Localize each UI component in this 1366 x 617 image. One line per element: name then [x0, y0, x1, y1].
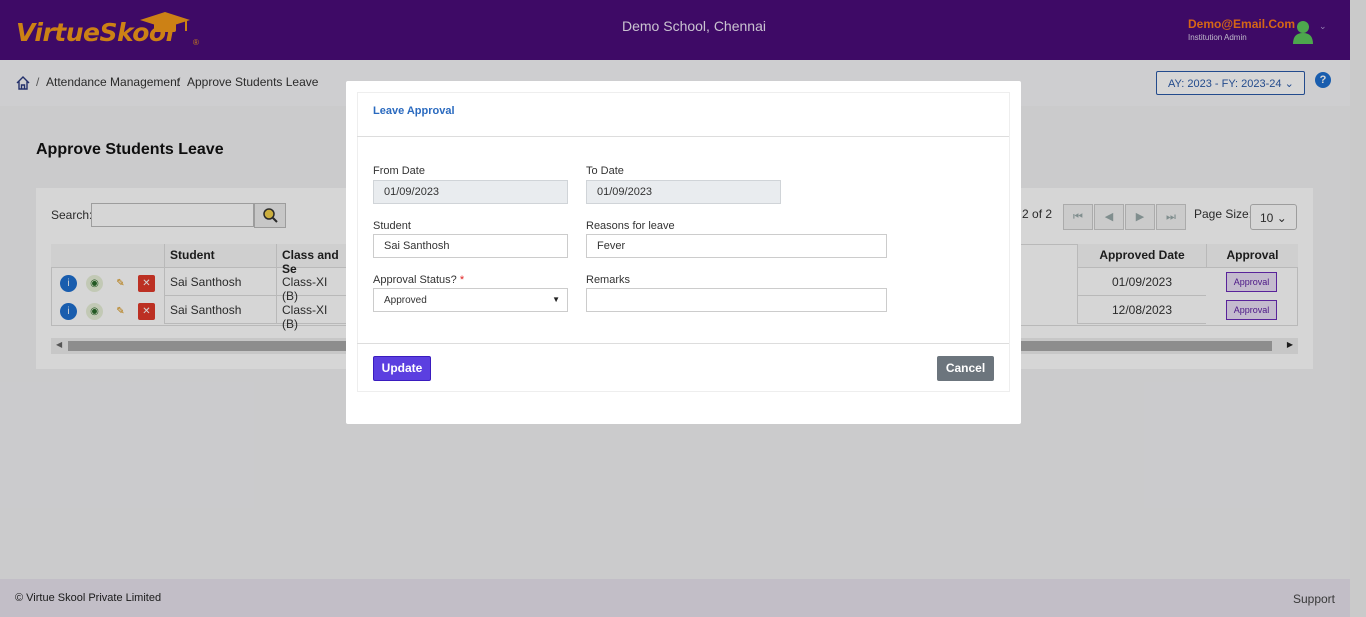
reason-label: Reasons for leave — [586, 220, 675, 232]
required-marker: * — [459, 274, 465, 286]
remarks-field[interactable] — [586, 288, 887, 312]
cancel-button[interactable]: Cancel — [937, 356, 994, 381]
from-date-label: From Date — [373, 165, 425, 177]
approval-status-label: Approval Status? * — [373, 274, 464, 286]
approval-status-label-text: Approval Status? — [373, 274, 457, 286]
reason-field[interactable]: Fever — [586, 234, 887, 258]
remarks-label: Remarks — [586, 274, 631, 286]
student-field[interactable]: Sai Santhosh — [373, 234, 568, 258]
modal-divider — [357, 343, 1009, 344]
update-button[interactable]: Update — [373, 356, 431, 381]
student-label: Student — [373, 220, 411, 232]
modal-divider — [357, 136, 1009, 137]
approval-status-value: Approved — [384, 295, 427, 306]
from-date-field: 01/09/2023 — [373, 180, 568, 204]
to-date-field: 01/09/2023 — [586, 180, 781, 204]
approval-status-select[interactable]: Approved ▼ — [373, 288, 568, 312]
to-date-label: To Date — [586, 165, 624, 177]
modal-title: Leave Approval — [373, 105, 455, 117]
caret-down-icon: ▼ — [552, 295, 560, 304]
